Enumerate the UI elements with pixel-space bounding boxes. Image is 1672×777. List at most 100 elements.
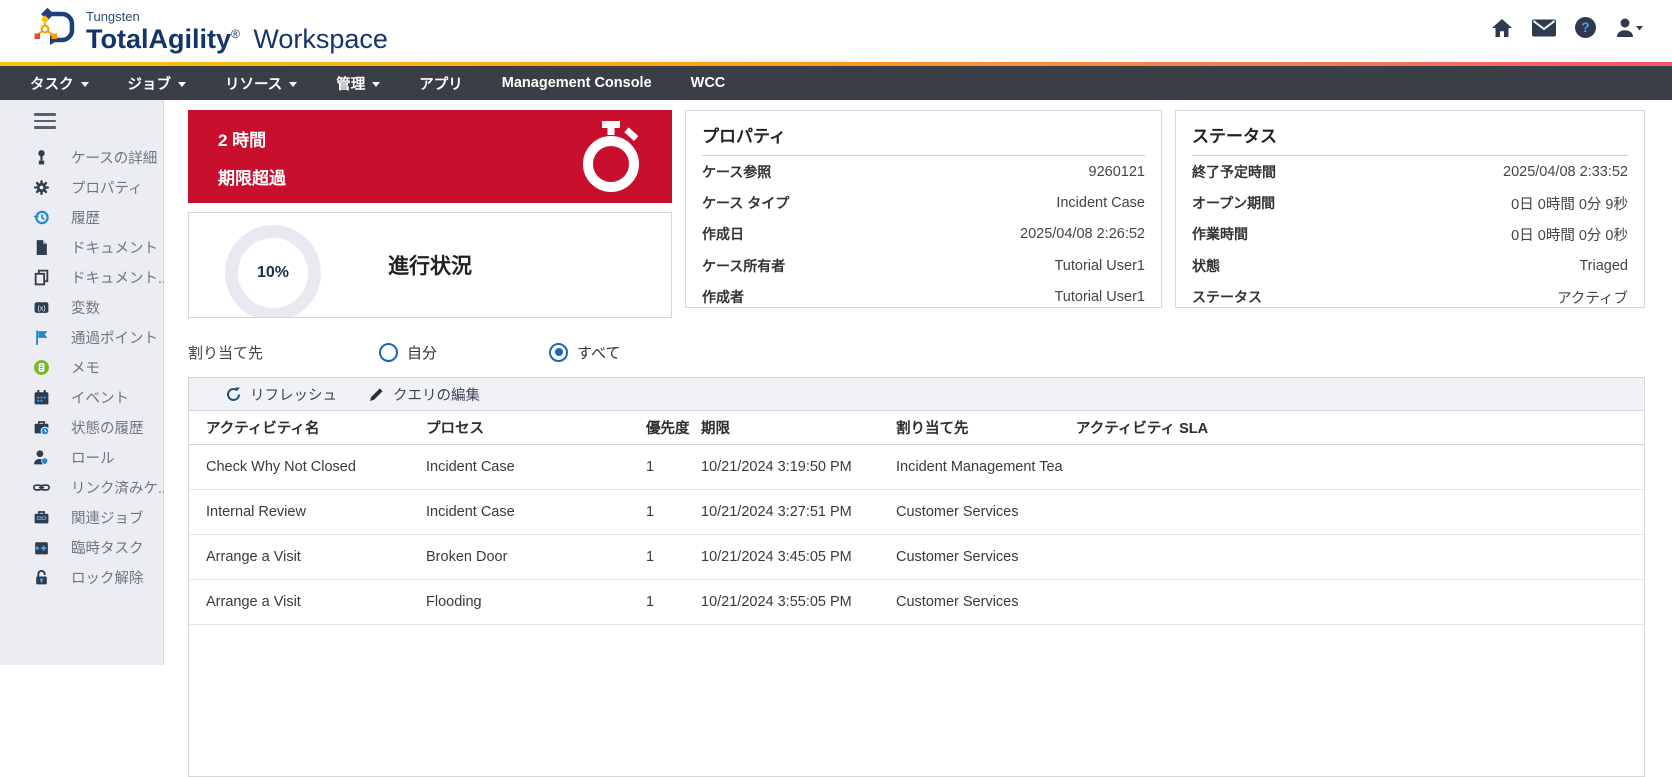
help-icon[interactable]: ?: [1574, 16, 1597, 39]
property-label: ケース所有者: [702, 256, 785, 276]
table-row[interactable]: Arrange a Visit Broken Door 1 10/21/2024…: [189, 535, 1644, 580]
svg-text:?: ?: [1581, 20, 1589, 35]
state-history-icon: [33, 419, 50, 436]
sidebar-item-documents[interactable]: ドキュメント: [0, 233, 163, 263]
radio-option-mine[interactable]: 自分: [379, 342, 437, 363]
cell-due: 10/21/2024 3:27:51 PM: [701, 504, 896, 520]
caret-down-icon: [81, 82, 89, 87]
nav-apps[interactable]: アプリ: [419, 73, 463, 94]
sidebar-item-associated-jobs[interactable]: 関連ジョブ: [0, 503, 163, 533]
link-icon: [33, 479, 50, 496]
cell-due: 10/21/2024 3:45:05 PM: [701, 549, 896, 565]
sidebar-item-roles[interactable]: ロール: [0, 443, 163, 473]
sidebar-item-variables[interactable]: (x) 変数: [0, 293, 163, 323]
sidebar-item-label: リンク済みケ...: [71, 477, 170, 498]
table-row[interactable]: Check Why Not Closed Incident Case 1 10/…: [189, 445, 1644, 490]
property-value: 2025/04/08 2:26:52: [1020, 226, 1145, 242]
history-icon: [33, 209, 50, 226]
flag-icon: [33, 329, 50, 346]
column-header[interactable]: 優先度: [646, 417, 701, 438]
sidebar-item-label: ロック解除: [71, 567, 144, 588]
document-icon: [33, 239, 50, 256]
svg-text:(x): (x): [37, 305, 45, 312]
roles-icon: [33, 449, 50, 466]
overdue-banner: 2 時間 期限超過: [188, 110, 672, 203]
status-value: アクティブ: [1557, 287, 1628, 308]
radio-option-all[interactable]: すべて: [549, 342, 620, 363]
status-label: ステータス: [1192, 287, 1262, 307]
sidebar-item-state-history[interactable]: 状態の履歴: [0, 413, 163, 443]
nav-admin[interactable]: 管理: [336, 73, 380, 94]
cell-priority: 1: [646, 504, 701, 520]
brand-logo-block[interactable]: Tungsten TotalAgility® Workspace: [26, 6, 388, 56]
table-toolbar: リフレッシュ クエリの編集: [189, 378, 1644, 411]
nav-resources[interactable]: リソース: [225, 73, 297, 94]
column-header[interactable]: アクティビティ名: [189, 417, 426, 438]
column-header[interactable]: 期限: [701, 417, 896, 438]
home-icon[interactable]: [1490, 17, 1514, 39]
cell-sla: [1064, 490, 1644, 534]
table-row[interactable]: Internal Review Incident Case 1 10/21/20…: [189, 490, 1644, 535]
column-header[interactable]: プロセス: [426, 417, 646, 438]
status-value: 0日 0時間 0分 0秒: [1511, 224, 1628, 245]
sidebar-item-label: イベント: [71, 387, 129, 408]
cell-process: Flooding: [426, 594, 646, 610]
nav-management-console[interactable]: Management Console: [502, 75, 652, 91]
sidebar-item-document-sets[interactable]: ドキュメント...: [0, 263, 163, 293]
property-label: ケース参照: [702, 162, 771, 182]
sidebar-item-history[interactable]: 履歴: [0, 203, 163, 233]
sidebar-item-properties[interactable]: プロパティ: [0, 173, 163, 203]
column-header[interactable]: アクティビティ SLA: [1064, 417, 1644, 438]
sidebar-item-label: ドキュメント: [71, 237, 158, 258]
sidebar-item-linked-cases[interactable]: リンク済みケ...: [0, 473, 163, 503]
associated-jobs-icon: [33, 509, 50, 526]
table-row[interactable]: Arrange a Visit Flooding 1 10/21/2024 3:…: [189, 580, 1644, 625]
radio-label: 自分: [407, 342, 437, 363]
radio-icon[interactable]: [379, 343, 398, 362]
sidebar-item-unlock[interactable]: ロック解除: [0, 563, 163, 593]
user-menu-icon[interactable]: [1614, 17, 1644, 39]
cell-activity: Arrange a Visit: [189, 594, 426, 610]
nav-jobs[interactable]: ジョブ: [128, 73, 187, 94]
property-value: 9260121: [1089, 164, 1145, 180]
radio-icon-selected[interactable]: [549, 343, 568, 362]
sidebar-item-label: 履歴: [71, 207, 100, 228]
calendar-icon: [33, 389, 50, 406]
stopwatch-icon: [578, 121, 646, 195]
status-label: 終了予定時間: [1192, 162, 1276, 182]
nav-tasks[interactable]: タスク: [30, 73, 89, 94]
status-label: 作業時間: [1192, 224, 1248, 244]
sidebar-item-label: ドキュメント...: [71, 267, 170, 288]
edit-query-button[interactable]: クエリの編集: [369, 384, 480, 405]
cell-activity: Arrange a Visit: [189, 549, 426, 565]
sidebar-item-label: 臨時タスク: [71, 537, 144, 558]
property-label: ケース タイプ: [702, 193, 789, 213]
caret-down-icon: [178, 82, 186, 87]
mail-icon[interactable]: [1531, 18, 1557, 38]
sidebar-item-milestones[interactable]: 通過ポイント: [0, 323, 163, 353]
documents-icon: [33, 269, 50, 286]
assignee-filter: 割り当て先 自分 すべて: [188, 339, 1645, 365]
cell-due: 10/21/2024 3:19:50 PM: [701, 459, 896, 475]
sidebar-item-label: 変数: [71, 297, 100, 318]
property-value: Tutorial User1: [1054, 258, 1145, 274]
radio-label: すべて: [577, 342, 620, 363]
sidebar-item-label: 通過ポイント: [71, 327, 158, 348]
properties-panel: プロパティ ケース参照9260121 ケース タイプIncident Case …: [685, 110, 1162, 308]
sidebar-item-adhoc-tasks[interactable]: 臨時タスク: [0, 533, 163, 563]
registered-mark: ®: [231, 27, 240, 41]
refresh-button[interactable]: リフレッシュ: [226, 384, 337, 405]
status-panel-title: ステータス: [1192, 122, 1628, 156]
property-value: Tutorial User1: [1054, 289, 1145, 305]
case-sidebar: ケースの詳細 プロパティ 履歴 ドキュメント ドキュメント... (x) 変数 …: [0, 100, 164, 665]
sidebar-item-case-details[interactable]: ケースの詳細: [0, 143, 163, 173]
sidebar-item-label: プロパティ: [71, 177, 143, 198]
adhoc-task-icon: [33, 539, 50, 556]
sidebar-item-notes[interactable]: メモ: [0, 353, 163, 383]
cell-assignee: Incident Management Tea: [896, 459, 1064, 475]
activities-table-panel: リフレッシュ クエリの編集 アクティビティ名 プロセス 優先度 期限 割り当て先…: [188, 377, 1645, 777]
sidebar-item-events[interactable]: イベント: [0, 383, 163, 413]
hamburger-menu-icon[interactable]: [34, 113, 56, 129]
nav-wcc[interactable]: WCC: [691, 75, 726, 91]
column-header[interactable]: 割り当て先: [896, 417, 1064, 438]
